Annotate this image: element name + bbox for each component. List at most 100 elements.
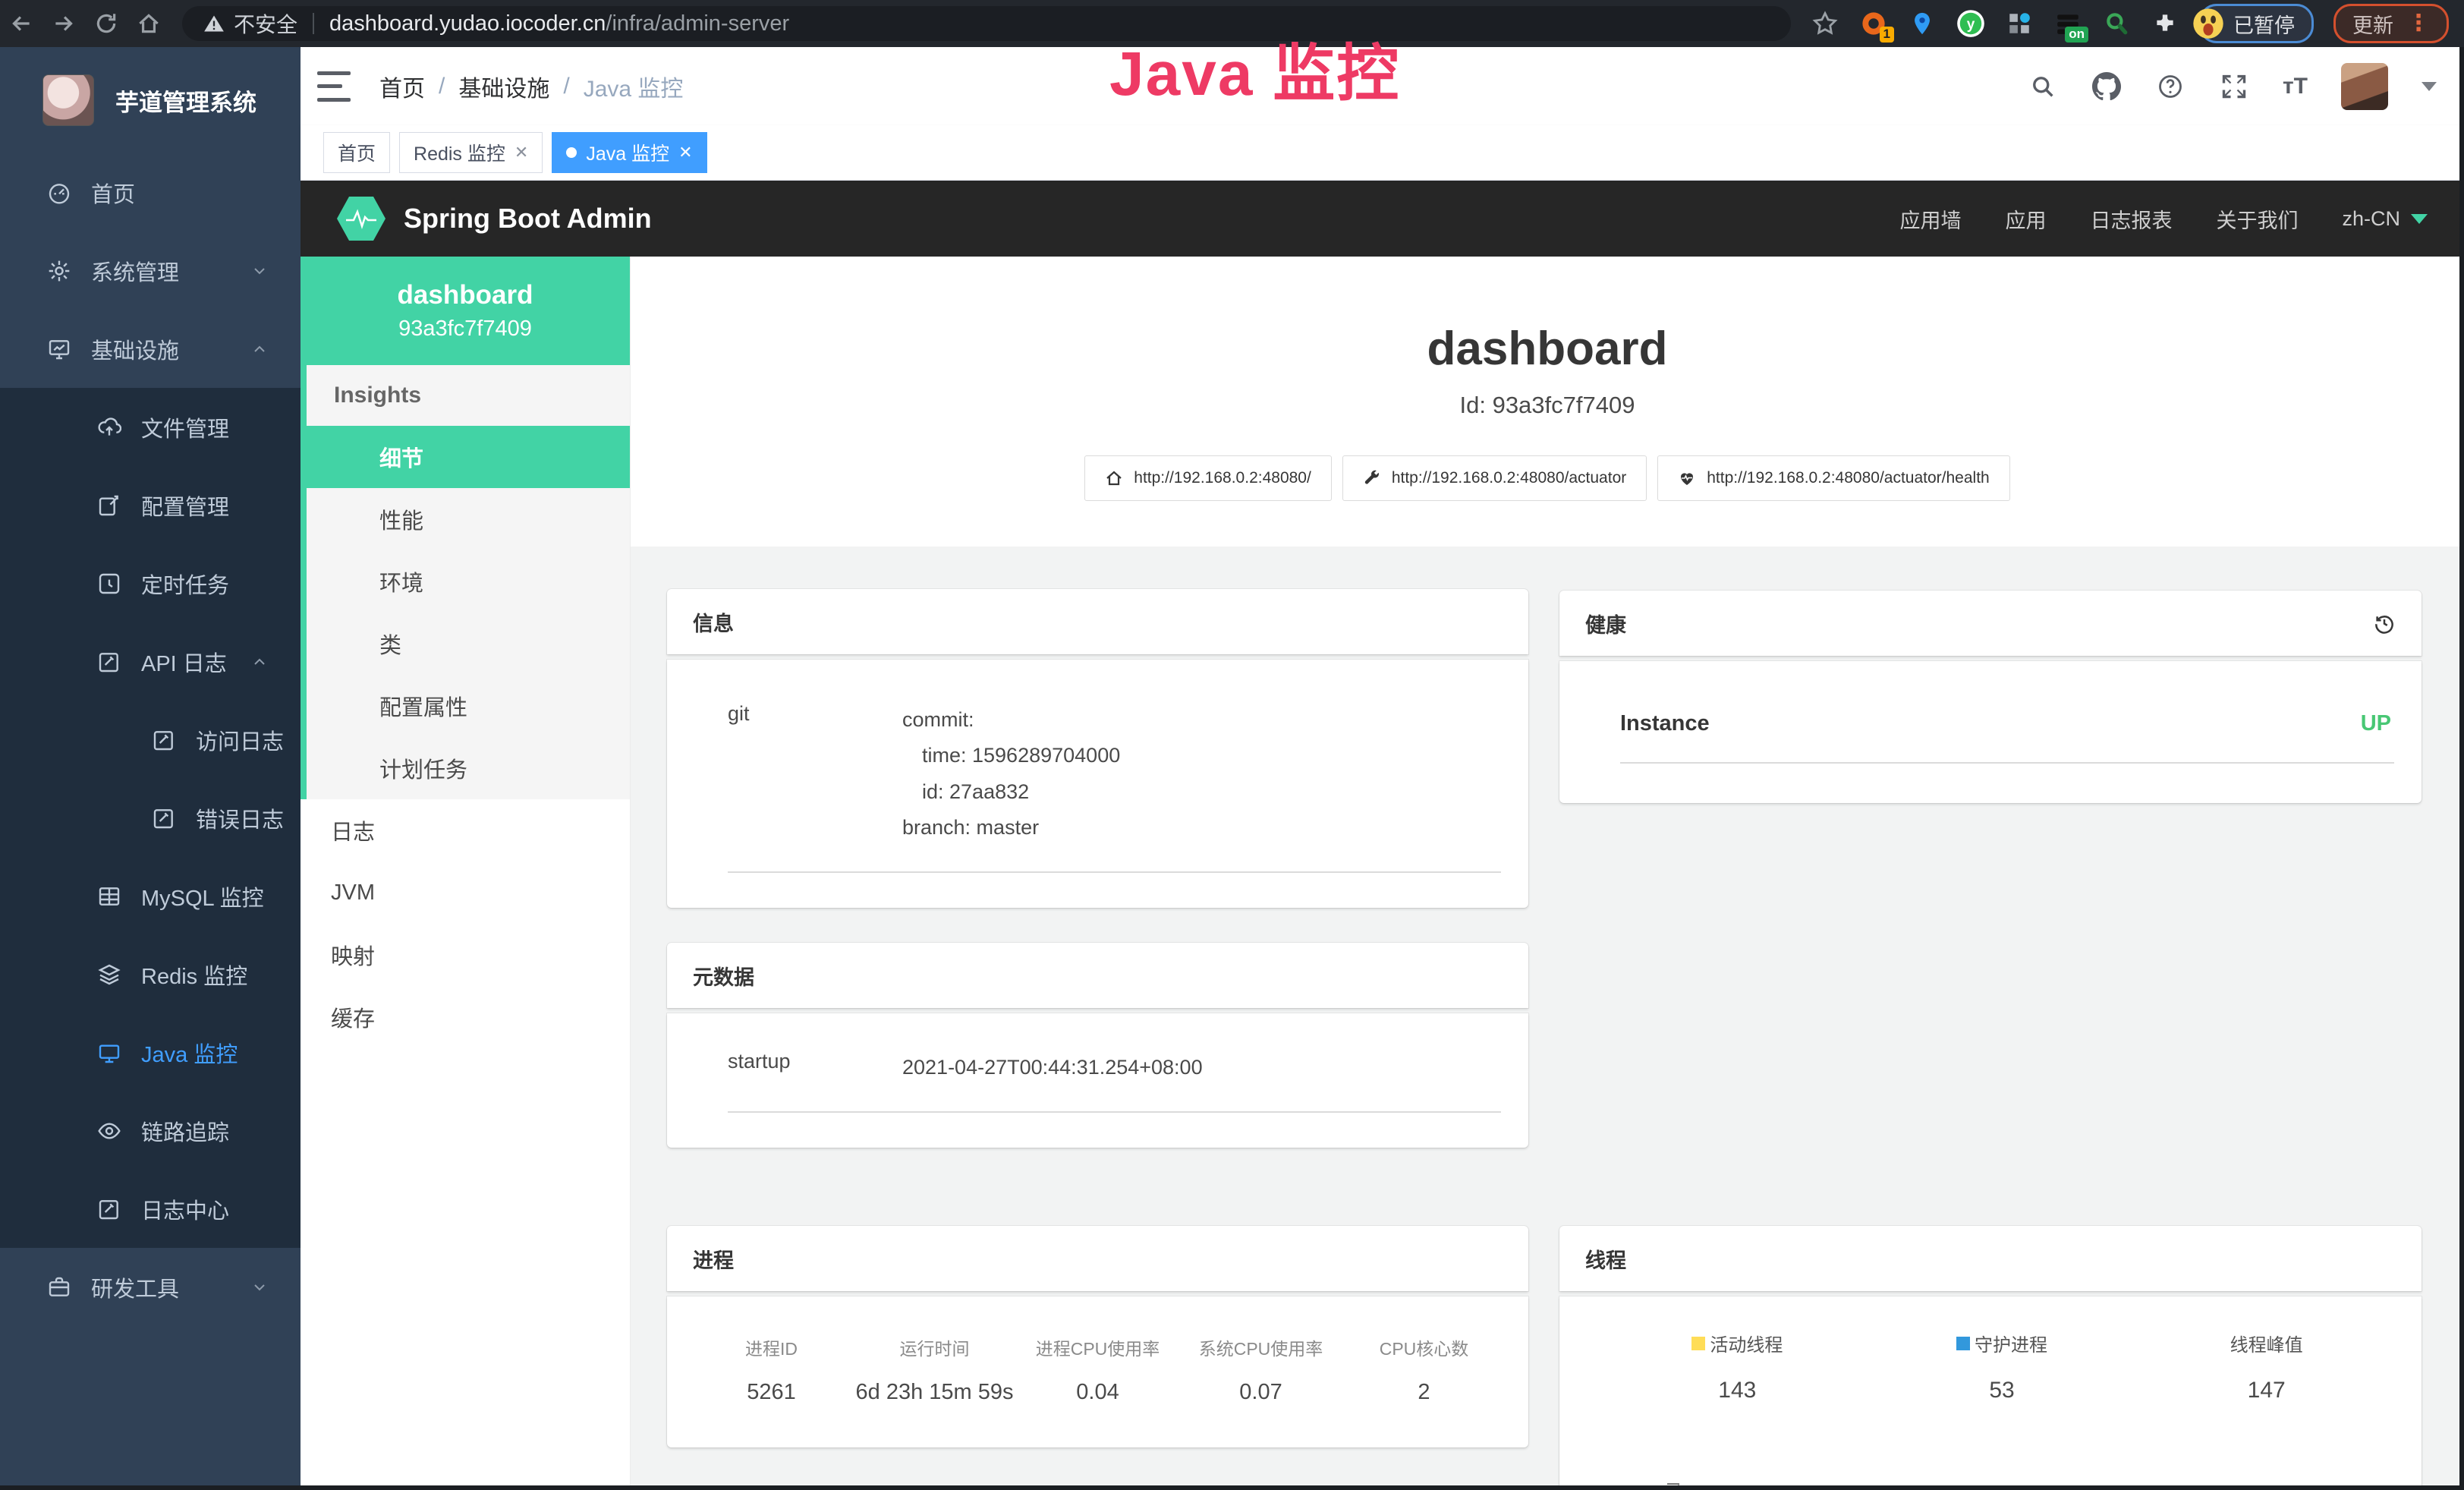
nav-item-caches[interactable]: 缓存	[301, 986, 630, 1048]
github-icon[interactable]	[2091, 71, 2122, 102]
sba-nav-about[interactable]: 关于我们	[2216, 204, 2298, 234]
font-size-icon[interactable]: тT	[2283, 74, 2308, 99]
sidebar-item-java-monitor[interactable]: Java 监控	[0, 1013, 301, 1092]
tab-redis-monitor[interactable]: Redis 监控 ✕	[399, 132, 543, 173]
edit-square-icon	[97, 493, 121, 518]
browser-reload-icon[interactable]	[85, 2, 127, 45]
instance-header[interactable]: dashboard 93a3fc7f7409	[301, 257, 630, 365]
browser-menu-icon[interactable]: ⋮	[2407, 17, 2430, 30]
row-divider	[1620, 762, 2394, 764]
legend-blue-swatch	[1956, 1337, 1970, 1350]
address-bar[interactable]: 不安全 dashboard.yudao.iocoder.cn/infra/adm…	[182, 6, 1791, 41]
sidebar-item-home[interactable]: 首页	[0, 153, 301, 232]
sidebar-item-dev-tools[interactable]: 研发工具	[0, 1248, 301, 1326]
nav-item-environment[interactable]: 环境	[307, 550, 630, 613]
page-url[interactable]: dashboard.yudao.iocoder.cn/infra/admin-s…	[329, 11, 789, 36]
sidebar-item-tracing[interactable]: 链路追踪	[0, 1092, 301, 1170]
browser-update-button[interactable]: 更新 ⋮	[2333, 4, 2449, 43]
extension-icon-grid[interactable]	[2005, 9, 2034, 38]
close-icon[interactable]: ✕	[678, 143, 692, 162]
row-divider	[728, 871, 1501, 873]
sidebar-item-config-management[interactable]: 配置管理	[0, 466, 301, 544]
edit-square-icon	[152, 806, 176, 830]
app-window: 芋道管理系统 首页 系统管理 基础设施	[0, 47, 2464, 1490]
process-table: 进程ID 5261 运行时间 6d 23h 15m 59s 进程CPU使用率 0…	[667, 1296, 1528, 1405]
nav-item-logs[interactable]: 日志	[301, 799, 630, 862]
extension-icon-colorpicker[interactable]: 1	[1859, 9, 1888, 38]
sidebar-item-api-log[interactable]: API 日志	[0, 622, 301, 701]
edit-square-icon	[97, 650, 121, 674]
browser-extensions-area: 1 y on 已暂停	[1811, 4, 2464, 43]
chevron-up-icon	[250, 653, 269, 671]
service-url-link[interactable]: http://192.168.0.2:48080/	[1084, 455, 1332, 501]
extension-badge-on: on	[2065, 27, 2088, 43]
nav-item-metrics[interactable]: 性能	[307, 488, 630, 550]
sidebar-item-redis-monitor[interactable]: Redis 监控	[0, 935, 301, 1013]
wrench-icon	[1363, 469, 1381, 487]
status-badge: UP	[2361, 711, 2391, 736]
spring-boot-admin-logo[interactable]	[337, 197, 385, 241]
process-card: 进程 进程ID 5261 运行时间 6d 23h 15m 59s	[667, 1226, 1528, 1447]
process-col-uptime: 运行时间 6d 23h 15m 59s	[853, 1334, 1016, 1405]
app-logo-row[interactable]: 芋道管理系统	[0, 47, 301, 153]
health-url-link[interactable]: http://192.168.0.2:48080/actuator/health	[1657, 455, 2009, 501]
nav-item-classes[interactable]: 类	[307, 613, 630, 675]
fullscreen-icon[interactable]	[2219, 71, 2249, 102]
page-title: dashboard	[631, 322, 2464, 376]
nav-item-config-props[interactable]: 配置属性	[307, 675, 630, 737]
health-row-instance: Instance UP	[1559, 661, 2422, 736]
bookmark-star-icon[interactable]	[1811, 9, 1839, 38]
sidebar-item-error-log[interactable]: 错误日志	[0, 779, 301, 857]
close-icon[interactable]: ✕	[515, 143, 528, 162]
extensions-puzzle-icon[interactable]	[2151, 9, 2179, 38]
sba-nav-journal[interactable]: 日志报表	[2090, 204, 2172, 234]
user-avatar[interactable]	[2341, 63, 2388, 110]
tab-java-monitor[interactable]: Java 监控 ✕	[552, 132, 706, 173]
avatar-caret-icon[interactable]	[2422, 82, 2437, 91]
sidebar-item-file-management[interactable]: 文件管理	[0, 388, 301, 466]
extension-icon-switch[interactable]: on	[2053, 9, 2082, 38]
instance-name: dashboard	[398, 280, 533, 310]
sidebar-item-log-center[interactable]: 日志中心	[0, 1170, 301, 1248]
sba-nav-applications[interactable]: 应用	[2005, 204, 2046, 234]
browser-home-icon[interactable]	[127, 2, 170, 45]
breadcrumb-infra[interactable]: 基础设施	[458, 70, 549, 103]
tab-home[interactable]: 首页	[323, 132, 390, 173]
screen: 不安全 dashboard.yudao.iocoder.cn/infra/adm…	[0, 0, 2464, 1490]
update-label: 更新	[2352, 9, 2393, 39]
sidebar-item-mysql-monitor[interactable]: MySQL 监控	[0, 857, 301, 935]
nav-item-jvm[interactable]: JVM	[301, 862, 630, 924]
actuator-url-link[interactable]: http://192.168.0.2:48080/actuator	[1342, 455, 1647, 501]
extension-icon-pin[interactable]	[1908, 9, 1937, 38]
sidebar-item-scheduled-jobs[interactable]: 定时任务	[0, 544, 301, 622]
extension-icon-magnifier[interactable]	[2102, 9, 2131, 38]
history-icon[interactable]	[2373, 612, 2396, 635]
info-row-git: git commit: time: 1596289704000 id: 27aa…	[667, 660, 1528, 846]
chevron-up-icon	[250, 340, 269, 358]
sba-nav-wallboard[interactable]: 应用墙	[1899, 204, 1961, 234]
extension-icon-green-y[interactable]: y	[1956, 9, 1985, 38]
breadcrumb-home[interactable]: 首页	[379, 70, 425, 103]
table-grid-icon	[97, 884, 121, 909]
nav-item-mappings[interactable]: 映射	[301, 924, 630, 986]
sidebar-item-system[interactable]: 系统管理	[0, 232, 301, 310]
language-selector[interactable]: zh-CN	[2342, 207, 2428, 231]
instance-id-line: Id: 93a3fc7f7409	[631, 392, 2464, 419]
sba-title[interactable]: Spring Boot Admin	[404, 203, 652, 235]
help-icon[interactable]	[2155, 71, 2186, 102]
instance-id: 93a3fc7f7409	[398, 317, 532, 342]
sidebar-item-access-log[interactable]: 访问日志	[0, 701, 301, 779]
process-card-body: 进程ID 5261 运行时间 6d 23h 15m 59s 进程CPU使用率 0…	[667, 1296, 1528, 1447]
sidebar-item-infra[interactable]: 基础设施	[0, 310, 301, 388]
nav-item-details[interactable]: 细节	[301, 426, 630, 488]
tab-paused-chip[interactable]: 已暂停	[2199, 4, 2314, 43]
hamburger-icon[interactable]	[317, 67, 351, 106]
process-card-header: 进程	[667, 1226, 1528, 1291]
search-icon[interactable]	[2028, 71, 2058, 102]
nav-item-scheduled-tasks[interactable]: 计划任务	[307, 737, 630, 799]
browser-forward-icon[interactable]	[42, 2, 85, 45]
site-security-chip[interactable]: 不安全	[203, 8, 297, 39]
browser-back-icon[interactable]	[0, 2, 42, 45]
legend-yellow-swatch	[1691, 1337, 1705, 1350]
gear-icon	[47, 259, 71, 283]
